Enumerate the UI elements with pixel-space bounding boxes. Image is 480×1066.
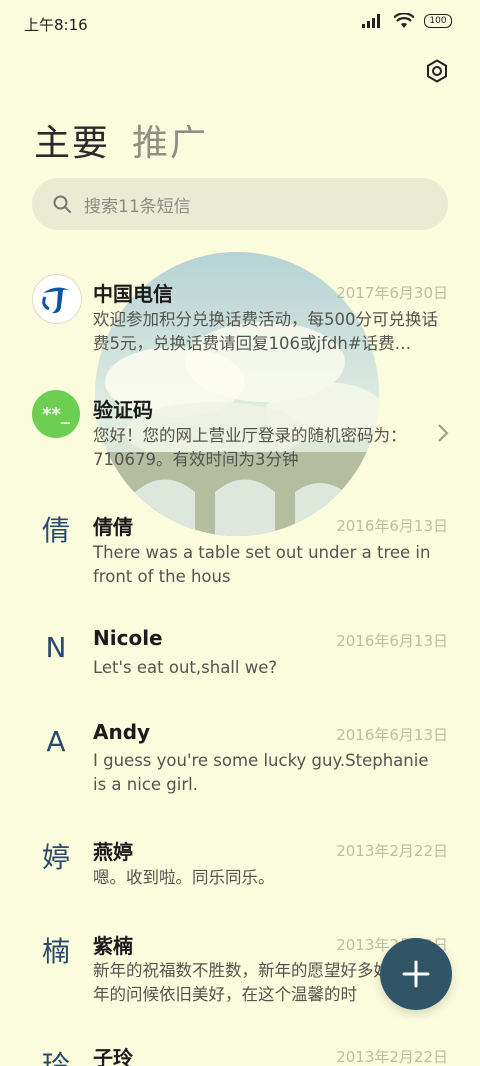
conversation-row[interactable]: 婷 燕婷 2013年2月22日 嗯。收到啦。同乐同乐。 bbox=[0, 830, 480, 910]
message-preview: Let's eat out,shall we? bbox=[93, 658, 278, 677]
settings-button[interactable] bbox=[420, 54, 454, 88]
avatar: A bbox=[46, 725, 66, 758]
chevron-right-icon[interactable] bbox=[436, 422, 450, 444]
contact-name: 子玲 bbox=[93, 1046, 133, 1066]
conversation-row[interactable]: 玲 子玲 2013年2月22日 bbox=[0, 1038, 480, 1066]
avatar: 楠 bbox=[41, 935, 70, 968]
message-preview: There was a table set out under a tree i… bbox=[93, 543, 431, 586]
status-icons: 100 bbox=[362, 13, 452, 29]
avatar: N bbox=[45, 631, 67, 664]
avatar: 玲 bbox=[41, 1049, 70, 1066]
conversation-row[interactable]: 中国电信 2017年6月30日 欢迎参加积分兑换话费活动，每500分可兑换话费5… bbox=[0, 270, 480, 370]
contact-name: 中国电信 bbox=[93, 282, 173, 306]
message-date: 2016年6月13日 bbox=[336, 632, 448, 650]
tab-promotions[interactable]: 推广 bbox=[132, 114, 208, 166]
message-date: 2016年6月13日 bbox=[336, 517, 448, 535]
status-time: 上午8:16 bbox=[24, 16, 88, 34]
signal-icon bbox=[362, 14, 380, 28]
tab-primary[interactable]: 主要 bbox=[34, 114, 110, 166]
gear-icon bbox=[427, 59, 447, 83]
contact-name: Nicole bbox=[93, 626, 163, 650]
search-input[interactable]: 搜索11条短信 bbox=[32, 178, 448, 230]
conversation-row[interactable]: N Nicole 2016年6月13日 Let's eat out,shall … bbox=[0, 620, 480, 700]
message-date: 2017年6月30日 bbox=[336, 284, 448, 302]
contact-name: 燕婷 bbox=[93, 840, 133, 864]
plus-icon bbox=[402, 960, 430, 988]
search-placeholder: 搜索11条短信 bbox=[84, 196, 191, 217]
contact-name: 紫楠 bbox=[93, 934, 133, 958]
avatar: 婷 bbox=[41, 841, 70, 874]
message-preview: 嗯。收到啦。同乐同乐。 bbox=[93, 868, 275, 887]
contact-name: Andy bbox=[93, 720, 151, 744]
conversation-row[interactable]: A Andy 2016年6月13日 I guess you're some lu… bbox=[0, 714, 480, 814]
tab-bar: 主要 推广 bbox=[34, 114, 208, 166]
status-bar: 上午8:16 100 bbox=[0, 0, 480, 46]
message-preview: I guess you're some lucky guy.Stephanie … bbox=[93, 751, 429, 794]
contact-name: 倩倩 bbox=[93, 515, 133, 539]
search-icon bbox=[53, 195, 71, 213]
wifi-icon bbox=[394, 13, 414, 28]
battery-indicator: 100 bbox=[424, 14, 452, 28]
verification-code-avatar: **_ bbox=[32, 390, 80, 438]
message-date: 2016年6月13日 bbox=[336, 726, 448, 744]
message-date: 2013年2月22日 bbox=[336, 1048, 448, 1066]
code-avatar-text: **_ bbox=[42, 403, 70, 425]
message-preview: 您好！您的网上营业厅登录的随机密码为：710679。有效时间为3分钟 bbox=[93, 426, 407, 469]
avatar: 倩 bbox=[41, 514, 70, 547]
conversation-row[interactable]: 倩 倩倩 2016年6月13日 There was a table set ou… bbox=[0, 503, 480, 603]
conversation-row[interactable]: **_ 验证码 您好！您的网上营业厅登录的随机密码为：710679。有效时间为3… bbox=[0, 386, 480, 486]
message-preview: 欢迎参加积分兑换话费活动，每500分可兑换话费5元，兑换话费请回复106或jfd… bbox=[93, 310, 438, 353]
contact-name: 验证码 bbox=[93, 398, 153, 422]
telecom-logo-avatar bbox=[32, 274, 82, 324]
message-date: 2013年2月22日 bbox=[336, 842, 448, 860]
telecom-logo-icon bbox=[42, 287, 71, 314]
new-message-button[interactable] bbox=[380, 938, 452, 1010]
